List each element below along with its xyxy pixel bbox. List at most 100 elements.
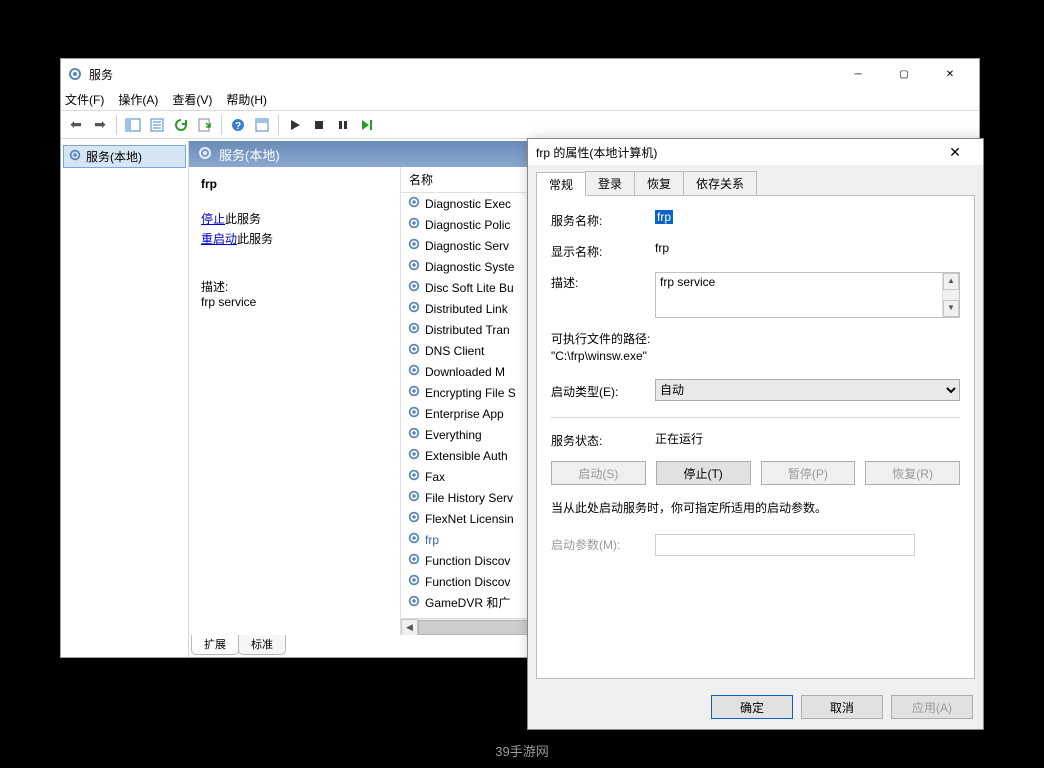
dialog-title: frp 的属性(本地计算机): [536, 144, 935, 161]
gear-icon: [407, 342, 421, 359]
service-name: Diagnostic Syste: [425, 260, 514, 274]
service-name: GameDVR 和广: [425, 594, 510, 611]
menubar: 文件(F) 操作(A) 查看(V) 帮助(H): [61, 89, 979, 111]
tab-general[interactable]: 常规: [536, 172, 586, 196]
service-properties-dialog: frp 的属性(本地计算机) ✕ 常规 登录 恢复 依存关系 服务名称: frp…: [527, 138, 984, 730]
value-display-name: frp: [655, 241, 960, 255]
ok-button[interactable]: 确定: [711, 695, 793, 719]
gear-icon: [407, 195, 421, 212]
detail-desc-value: frp service: [201, 295, 388, 309]
detail-pane: frp 停止此服务 重启动此服务 描述: frp service: [189, 167, 401, 635]
restart-link[interactable]: 重启动: [201, 232, 237, 246]
stop-suffix: 此服务: [225, 212, 261, 226]
service-name: Everything: [425, 428, 482, 442]
start-button: 启动(S): [551, 461, 646, 485]
scroll-up-button[interactable]: ▲: [943, 273, 959, 290]
service-name: frp: [425, 533, 439, 547]
value-service-status: 正在运行: [655, 430, 960, 447]
tab-standard[interactable]: 标准: [238, 635, 286, 655]
gear-icon: [407, 594, 421, 611]
startup-type-select[interactable]: 自动: [655, 379, 960, 401]
dialog-tabs: 常规 登录 恢复 依存关系: [536, 171, 975, 195]
service-name: Disc Soft Lite Bu: [425, 281, 514, 295]
help-button[interactable]: ?: [227, 114, 249, 136]
gear-icon: [407, 552, 421, 569]
start-params-hint: 当从此处启动服务时，你可指定所适用的启动参数。: [551, 499, 960, 516]
detail-desc-label: 描述:: [201, 278, 388, 295]
toolbar: ⬅ ➡ ?: [61, 111, 979, 139]
stop-button[interactable]: 停止(T): [656, 461, 751, 485]
gear-icon: [407, 510, 421, 527]
gear-icon: [68, 148, 82, 165]
restart-suffix: 此服务: [237, 232, 273, 246]
gear-icon: [67, 66, 83, 82]
dialog-close-button[interactable]: ✕: [935, 144, 975, 161]
minimize-button[interactable]: ─: [835, 59, 881, 89]
main-header-label: 服务(本地): [219, 145, 280, 164]
label-service-name: 服务名称:: [551, 210, 643, 229]
tree-root-node[interactable]: 服务(本地): [63, 145, 186, 168]
forward-button[interactable]: ➡: [89, 114, 111, 136]
maximize-button[interactable]: ▢: [881, 59, 927, 89]
gear-icon: [407, 237, 421, 254]
close-button[interactable]: ✕: [927, 59, 973, 89]
value-exe-path: "C:\frp\winsw.exe": [551, 349, 960, 363]
service-name: Extensible Auth: [425, 449, 508, 463]
label-exe-path: 可执行文件的路径:: [551, 330, 960, 347]
tab-extended[interactable]: 扩展: [191, 635, 239, 655]
description-box[interactable]: frp service ▲ ▼: [655, 272, 960, 318]
gear-icon: [197, 145, 213, 164]
stop-service-button[interactable]: [308, 114, 330, 136]
scroll-left-button[interactable]: ◀: [401, 619, 418, 636]
gear-icon: [407, 279, 421, 296]
tree-root-label: 服务(本地): [86, 148, 142, 165]
gear-icon: [407, 426, 421, 443]
start-service-button[interactable]: [284, 114, 306, 136]
gear-icon: [407, 363, 421, 380]
apply-button: 应用(A): [891, 695, 973, 719]
label-display-name: 显示名称:: [551, 241, 643, 260]
gear-icon: [407, 531, 421, 548]
description-scrollbar[interactable]: ▲ ▼: [942, 273, 959, 317]
filter-button[interactable]: [251, 114, 273, 136]
restart-service-button[interactable]: [356, 114, 378, 136]
tree-pane: 服务(本地): [61, 141, 189, 657]
label-description: 描述:: [551, 272, 643, 291]
menu-help[interactable]: 帮助(H): [226, 91, 267, 108]
show-hide-tree-button[interactable]: [122, 114, 144, 136]
menu-view[interactable]: 查看(V): [172, 91, 212, 108]
dialog-button-row: 确定 取消 应用(A): [711, 695, 973, 719]
back-button[interactable]: ⬅: [65, 114, 87, 136]
gear-icon: [407, 447, 421, 464]
value-service-name[interactable]: frp: [655, 210, 673, 224]
tab-recovery[interactable]: 恢复: [634, 171, 684, 195]
service-name: Diagnostic Polic: [425, 218, 510, 232]
watermark: 39手游网: [0, 741, 1044, 760]
service-name: Distributed Link: [425, 302, 508, 316]
gear-icon: [407, 573, 421, 590]
services-titlebar: 服务 ─ ▢ ✕: [61, 59, 979, 89]
cancel-button[interactable]: 取消: [801, 695, 883, 719]
service-name: Fax: [425, 470, 445, 484]
refresh-button[interactable]: [170, 114, 192, 136]
menu-action[interactable]: 操作(A): [118, 91, 158, 108]
service-name: Downloaded M: [425, 365, 505, 379]
tab-logon[interactable]: 登录: [585, 171, 635, 195]
dialog-titlebar: frp 的属性(本地计算机) ✕: [528, 139, 983, 165]
scroll-down-button[interactable]: ▼: [943, 300, 959, 317]
tab-deps[interactable]: 依存关系: [683, 171, 757, 195]
label-start-params: 启动参数(M):: [551, 534, 643, 553]
pane-tabs: 扩展 标准: [191, 635, 285, 655]
service-name: Function Discov: [425, 575, 510, 589]
gear-icon: [407, 489, 421, 506]
service-name: DNS Client: [425, 344, 484, 358]
properties-button[interactable]: [146, 114, 168, 136]
stop-link[interactable]: 停止: [201, 212, 225, 226]
label-service-status: 服务状态:: [551, 430, 643, 449]
pause-service-button[interactable]: [332, 114, 354, 136]
gear-icon: [407, 258, 421, 275]
gear-icon: [407, 468, 421, 485]
window-title: 服务: [89, 66, 113, 83]
export-button[interactable]: [194, 114, 216, 136]
menu-file[interactable]: 文件(F): [65, 91, 104, 108]
